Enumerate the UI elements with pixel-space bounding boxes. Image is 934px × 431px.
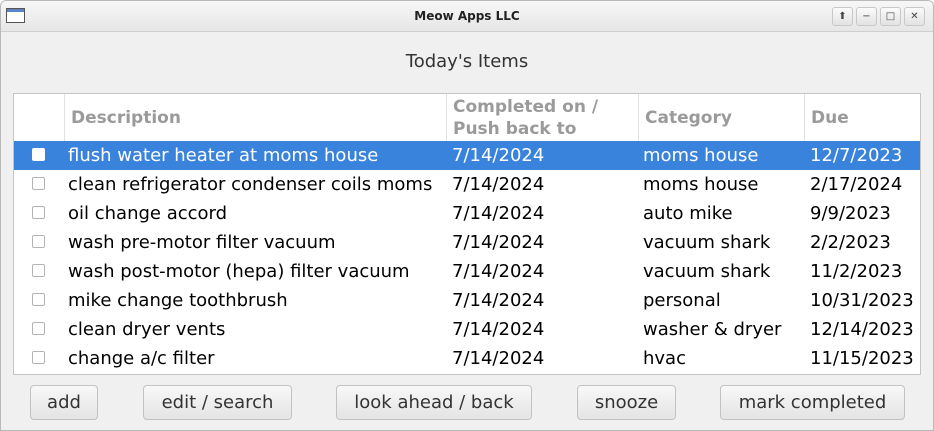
row-description: flush water heater at moms house — [68, 145, 379, 166]
minimize-icon[interactable]: − — [856, 7, 877, 26]
row-description: change a/c filter — [68, 348, 215, 369]
look-ahead-back-button[interactable]: look ahead / back — [336, 385, 532, 420]
close-icon[interactable]: ✕ — [904, 7, 925, 26]
row-completed: 7/14/2024 — [452, 232, 545, 253]
row-completed: 7/14/2024 — [452, 319, 545, 340]
row-category: moms house — [643, 145, 759, 166]
table-row[interactable]: wash pre-motor filter vacuum 7/14/2024 v… — [14, 228, 920, 257]
title-bar[interactable]: Meow Apps LLC ⬆ − □ ✕ — [1, 1, 933, 32]
maximize-icon[interactable]: □ — [880, 7, 901, 26]
table-body: flush water heater at moms house 7/14/20… — [14, 141, 920, 373]
row-checkbox[interactable] — [32, 351, 45, 364]
page-title: Today's Items — [405, 51, 529, 72]
row-description: mike change toothbrush — [68, 290, 288, 311]
table-row[interactable]: flush water heater at moms house 7/14/20… — [14, 141, 920, 170]
window-controls: ⬆ − □ ✕ — [832, 7, 925, 26]
table-header: Description Completed on / Push back to … — [14, 94, 920, 141]
row-due: 11/2/2023 — [810, 261, 903, 282]
header-completed[interactable]: Completed on / Push back to — [446, 94, 638, 141]
row-category: auto mike — [643, 203, 733, 224]
items-table: Description Completed on / Push back to … — [13, 93, 921, 375]
header-checkbox-column[interactable] — [14, 94, 64, 141]
row-completed: 7/14/2024 — [452, 261, 545, 282]
row-category: moms house — [643, 174, 759, 195]
header-description[interactable]: Description — [64, 94, 446, 141]
row-description: wash post-motor (hepa) filter vacuum — [68, 261, 410, 282]
row-due: 9/9/2023 — [810, 203, 891, 224]
row-description: oil change accord — [68, 203, 228, 224]
row-category: vacuum shark — [643, 261, 771, 282]
row-due: 2/2/2023 — [810, 232, 891, 253]
row-completed: 7/14/2024 — [452, 145, 545, 166]
row-category: hvac — [643, 348, 686, 369]
table-row[interactable]: clean refrigerator condenser coils moms … — [14, 170, 920, 199]
edit-search-button[interactable]: edit / search — [143, 385, 292, 420]
row-checkbox[interactable] — [32, 264, 45, 277]
window-title: Meow Apps LLC — [414, 9, 520, 23]
row-checkbox[interactable] — [32, 177, 45, 190]
row-due: 12/14/2023 — [810, 319, 914, 340]
row-category: washer & dryer — [643, 319, 782, 340]
header-due[interactable]: Due — [804, 94, 920, 141]
row-description: wash pre-motor filter vacuum — [68, 232, 336, 253]
keep-above-icon[interactable]: ⬆ — [832, 7, 853, 26]
add-button[interactable]: add — [30, 385, 98, 420]
table-row[interactable]: wash post-motor (hepa) filter vacuum 7/1… — [14, 257, 920, 286]
row-due: 10/31/2023 — [810, 290, 914, 311]
row-due: 2/17/2024 — [810, 174, 903, 195]
row-completed: 7/14/2024 — [452, 203, 545, 224]
row-completed: 7/14/2024 — [452, 348, 545, 369]
row-description: clean refrigerator condenser coils moms — [68, 174, 433, 195]
row-checkbox[interactable] — [32, 293, 45, 306]
row-completed: 7/14/2024 — [452, 174, 545, 195]
row-category: vacuum shark — [643, 232, 771, 253]
table-row[interactable]: clean dryer vents 7/14/2024 washer & dry… — [14, 315, 920, 344]
row-completed: 7/14/2024 — [452, 290, 545, 311]
row-checkbox[interactable] — [32, 206, 45, 219]
table-row[interactable]: mike change toothbrush 7/14/2024 persona… — [14, 286, 920, 315]
row-checkbox[interactable] — [32, 148, 45, 161]
app-window: Meow Apps LLC ⬆ − □ ✕ Today's Items Desc… — [0, 0, 934, 431]
header-completed-line2: Push back to — [453, 118, 577, 139]
row-checkbox[interactable] — [32, 322, 45, 335]
table-row[interactable]: oil change accord 7/14/2024 auto mike 9/… — [14, 199, 920, 228]
header-completed-line1: Completed on / — [453, 96, 599, 117]
row-due: 12/7/2023 — [810, 145, 903, 166]
row-category: personal — [643, 290, 721, 311]
header-category[interactable]: Category — [638, 94, 804, 141]
table-row[interactable]: change a/c filter 7/14/2024 hvac 11/15/2… — [14, 344, 920, 373]
mark-completed-button[interactable]: mark completed — [720, 385, 905, 420]
row-description: clean dryer vents — [68, 319, 226, 340]
row-checkbox[interactable] — [32, 235, 45, 248]
row-due: 11/15/2023 — [810, 348, 914, 369]
snooze-button[interactable]: snooze — [577, 385, 676, 420]
